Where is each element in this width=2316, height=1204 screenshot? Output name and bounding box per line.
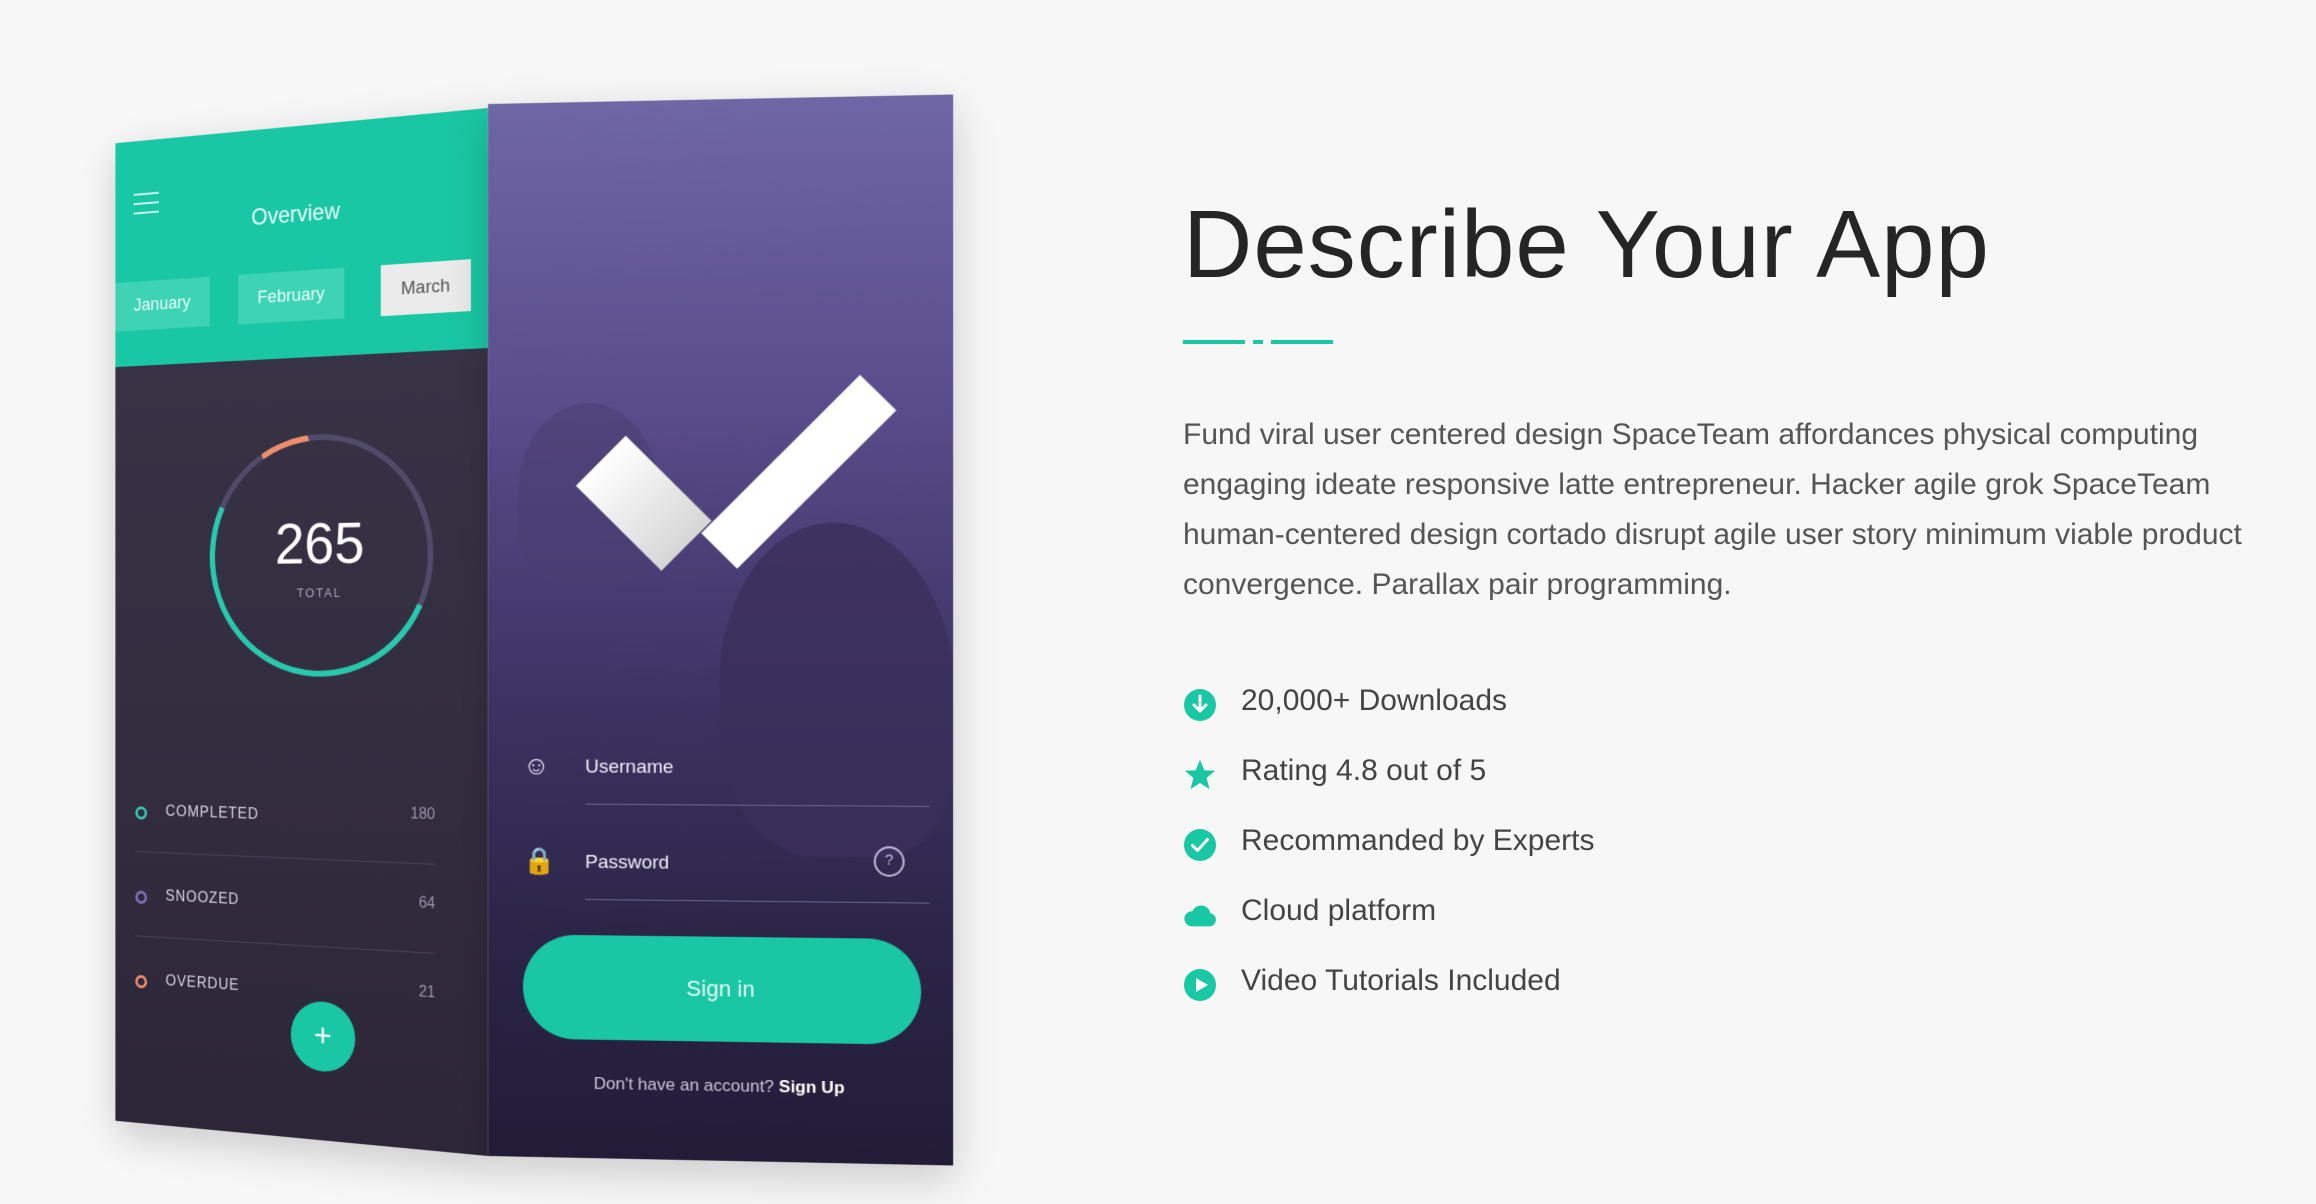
feature-label: Video Tutorials Included <box>1241 964 1561 997</box>
feature-label: Recommanded by Experts <box>1241 824 1595 857</box>
stat-label: SNOOZED <box>165 888 240 909</box>
divider <box>135 935 436 954</box>
feature-label: 20,000+ Downloads <box>1241 684 1508 717</box>
signup-link: Sign Up <box>778 1076 845 1098</box>
overview-title: Overview <box>251 197 340 231</box>
snoozed-dot-icon <box>135 890 148 905</box>
password-placeholder: Password <box>585 851 670 874</box>
tab-january: January <box>115 276 210 332</box>
dashboard-phone-mockup: Overview January February March 265 TOTA… <box>115 108 488 1156</box>
password-field: 🔒 Password ? <box>522 839 930 904</box>
tab-february: February <box>238 267 345 325</box>
background-rock <box>719 522 954 859</box>
stat-value: 180 <box>410 805 436 824</box>
completed-dot-icon <box>135 806 148 820</box>
username-field: ☺ Username <box>522 744 930 807</box>
lock-icon: 🔒 <box>522 845 556 876</box>
check-circle-icon <box>1183 828 1217 862</box>
tab-march: March <box>380 259 471 317</box>
heading-divider <box>1183 340 1333 344</box>
signup-prompt: Don't have an account? Sign Up <box>488 1072 953 1100</box>
help-icon: ? <box>873 846 905 877</box>
divider <box>135 851 436 865</box>
stat-row-snoozed: SNOOZED 64 <box>135 881 454 936</box>
user-icon: ☺ <box>522 750 550 781</box>
feature-label: Rating 4.8 out of 5 <box>1241 754 1487 787</box>
star-icon <box>1183 758 1217 792</box>
overdue-dot-icon <box>135 974 148 989</box>
month-tabs: January February March <box>115 251 488 335</box>
feature-label: Cloud platform <box>1241 894 1437 927</box>
cloud-icon <box>1183 898 1217 932</box>
stat-label: OVERDUE <box>165 972 240 994</box>
stat-value: 21 <box>418 983 436 1002</box>
section-description: Fund viral user centered design SpaceTea… <box>1183 418 2242 601</box>
login-phone-mockup: ☺ Username 🔒 Password ? Sign in Don't ha… <box>488 94 954 1166</box>
dashboard-header: Overview January February March <box>115 108 488 368</box>
stat-row-completed: COMPLETED 180 <box>135 797 454 847</box>
stat-label: COMPLETED <box>165 803 259 823</box>
total-label: TOTAL <box>296 585 343 601</box>
sign-in-button: Sign in <box>522 934 922 1045</box>
play-icon <box>1183 968 1217 1002</box>
checkmark-logo-icon <box>575 300 897 571</box>
total-progress-ring: 265 TOTAL <box>179 397 467 710</box>
section-heading: Describe Your App <box>1183 191 1990 298</box>
total-count: 265 <box>274 509 365 577</box>
stat-value: 64 <box>418 894 436 913</box>
download-icon <box>1183 688 1217 722</box>
signup-prompt-text: Don't have an account? <box>593 1073 775 1097</box>
username-placeholder: Username <box>585 756 674 779</box>
